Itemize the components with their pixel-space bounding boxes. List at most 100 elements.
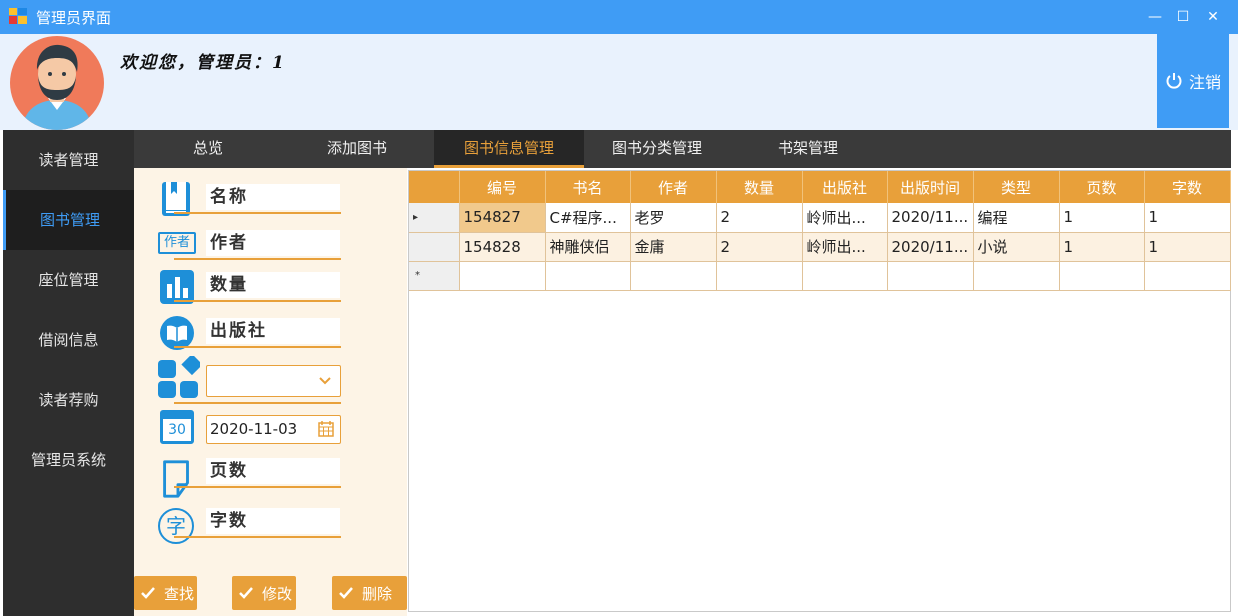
column-header[interactable]: 数量 (716, 171, 803, 203)
tab-bar: 总览 添加图书 图书信息管理 图书分类管理 书架管理 (134, 130, 1231, 168)
sidebar-item-books[interactable]: 图书管理 (3, 190, 134, 250)
avatar (10, 36, 104, 130)
name-field: 名称 (134, 180, 407, 224)
column-header[interactable]: 出版时间 (887, 171, 974, 203)
table-cell[interactable]: 154827 (459, 203, 546, 233)
edit-button-label: 修改 (262, 584, 293, 603)
sidebar-item-recommendations[interactable]: 读者荐购 (3, 370, 134, 430)
table-cell[interactable] (1059, 261, 1145, 291)
category-underline (174, 402, 341, 404)
tab-add-book[interactable]: 添加图书 (282, 130, 432, 168)
table-cell[interactable]: 2 (716, 203, 803, 233)
column-header[interactable]: 类型 (973, 171, 1060, 203)
publish-date-picker[interactable]: 2020-11-03 (206, 415, 341, 444)
new-row[interactable]: * (409, 261, 1231, 291)
grid-header-row: 编号 书名 作者 数量 出版社 出版时间 类型 页数 字数 (409, 171, 1231, 203)
table-cell[interactable]: 岭师出... (802, 232, 888, 262)
book-form: 名称 作者 作者 数量 出版社 30 2020-11-03 页数 字 字数 查找… (134, 168, 407, 616)
tab-book-category[interactable]: 图书分类管理 (584, 130, 730, 168)
row-selector[interactable]: ▸ (409, 203, 460, 233)
delete-button[interactable]: 删除 (332, 576, 407, 610)
words-field: 字 字数 (134, 504, 407, 548)
row-header-corner (409, 171, 460, 203)
table-cell[interactable] (973, 261, 1060, 291)
calendar-grid-icon[interactable] (318, 421, 334, 437)
table-cell[interactable] (545, 261, 631, 291)
publisher-field: 出版社 (134, 314, 407, 358)
table-cell[interactable] (887, 261, 974, 291)
column-header[interactable]: 出版社 (802, 171, 888, 203)
column-header[interactable]: 书名 (545, 171, 631, 203)
column-header[interactable]: 编号 (459, 171, 546, 203)
table-cell[interactable] (1144, 261, 1231, 291)
check-icon (141, 587, 155, 599)
name-underline (174, 212, 341, 214)
window-title: 管理员界面 (36, 9, 112, 27)
calendar-icon: 30 (160, 408, 196, 444)
tab-overview[interactable]: 总览 (134, 130, 282, 168)
search-button[interactable]: 查找 (134, 576, 197, 610)
table-cell[interactable]: 小说 (973, 232, 1060, 262)
tab-bookshelf[interactable]: 书架管理 (734, 130, 882, 168)
table-cell[interactable]: 编程 (973, 203, 1060, 233)
table-row[interactable]: 154828 神雕侠侣 金庸 2 岭师出... 2020/11... 小说 1 … (409, 232, 1231, 262)
table-cell[interactable]: 154828 (459, 232, 546, 262)
calendar-day: 30 (160, 410, 194, 444)
author-icon: 作者 (158, 232, 196, 254)
edit-button[interactable]: 修改 (232, 576, 296, 610)
close-button[interactable]: ✕ (1196, 0, 1230, 34)
words-underline (174, 536, 341, 538)
logout-button[interactable]: 注销 (1157, 34, 1229, 128)
category-icon (158, 356, 200, 398)
table-cell[interactable]: 老罗 (630, 203, 717, 233)
table-cell[interactable] (716, 261, 803, 291)
table-cell[interactable]: 岭师出... (802, 203, 888, 233)
sidebar-item-admin-system[interactable]: 管理员系统 (3, 430, 134, 490)
logout-label: 注销 (1188, 73, 1221, 92)
publish-date-value: 2020-11-03 (210, 420, 298, 438)
header-panel: 欢迎您，管理员：1 (0, 34, 1238, 130)
column-header[interactable]: 作者 (630, 171, 717, 203)
table-cell[interactable] (459, 261, 546, 291)
name-input[interactable]: 名称 (206, 184, 340, 210)
row-selector[interactable]: * (409, 261, 460, 291)
pages-input[interactable]: 页数 (206, 458, 340, 484)
table-cell[interactable] (630, 261, 717, 291)
pages-field: 页数 (134, 454, 407, 498)
sidebar-item-seats[interactable]: 座位管理 (3, 250, 134, 310)
table-cell[interactable]: 2020/11... (887, 203, 974, 233)
sidebar-item-readers[interactable]: 读者管理 (3, 130, 134, 190)
tab-book-info[interactable]: 图书信息管理 (434, 130, 584, 168)
table-cell[interactable] (802, 261, 888, 291)
words-input[interactable]: 字数 (206, 508, 340, 534)
publisher-input[interactable]: 出版社 (206, 318, 340, 344)
quantity-input[interactable]: 数量 (206, 272, 340, 298)
new-row-marker: * (415, 270, 420, 281)
row-selector[interactable] (409, 232, 460, 262)
table-cell[interactable]: 金庸 (630, 232, 717, 262)
books-grid[interactable]: 编号 书名 作者 数量 出版社 出版时间 类型 页数 字数 ▸ 154827 C… (408, 170, 1231, 612)
table-cell[interactable]: 1 (1059, 232, 1145, 262)
table-row[interactable]: ▸ 154827 C#程序... 老罗 2 岭师出... 2020/11... … (409, 203, 1231, 233)
column-header[interactable]: 页数 (1059, 171, 1145, 203)
category-select[interactable] (206, 365, 341, 397)
column-header[interactable]: 字数 (1144, 171, 1231, 203)
chevron-down-icon (319, 377, 331, 385)
author-input[interactable]: 作者 (206, 230, 340, 256)
table-cell[interactable]: 1 (1144, 232, 1231, 262)
table-cell[interactable]: 2 (716, 232, 803, 262)
maximize-button[interactable]: ☐ (1166, 0, 1200, 34)
quantity-underline (174, 300, 341, 302)
table-cell[interactable]: 神雕侠侣 (545, 232, 631, 262)
table-cell[interactable]: 2020/11... (887, 232, 974, 262)
author-underline (174, 258, 341, 260)
table-cell[interactable]: 1 (1144, 203, 1231, 233)
pages-underline (174, 486, 341, 488)
page-icon (163, 460, 189, 498)
welcome-text: 欢迎您，管理员：1 (120, 53, 286, 73)
sidebar-item-borrowing[interactable]: 借阅信息 (3, 310, 134, 370)
sidebar: 读者管理 图书管理 座位管理 借阅信息 读者荐购 管理员系统 (3, 130, 134, 616)
table-cell[interactable]: 1 (1059, 203, 1145, 233)
table-cell[interactable]: C#程序... (545, 203, 631, 233)
app-icon (9, 8, 27, 24)
